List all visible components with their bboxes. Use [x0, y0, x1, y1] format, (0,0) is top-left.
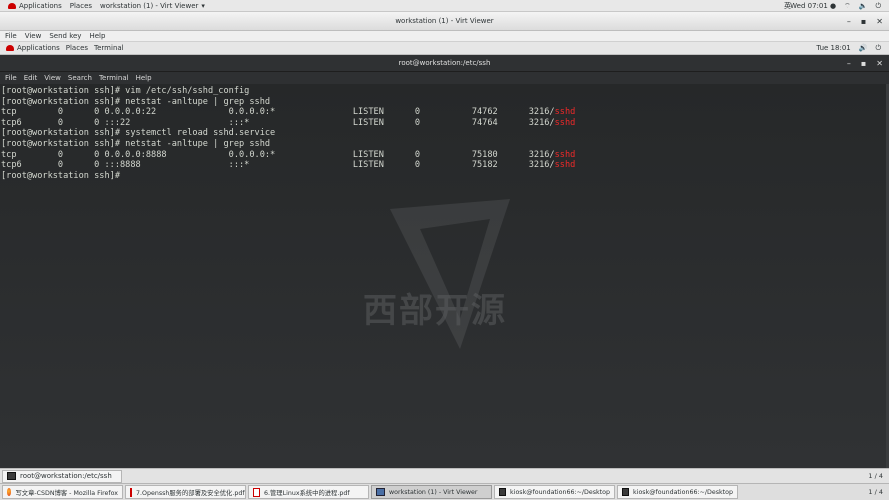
- viewer-title-bar: workstation (1) - Virt Viewer – ▪ ✕: [0, 12, 889, 31]
- terminal-icon: [7, 472, 16, 480]
- host-places-menu[interactable]: Places: [70, 2, 92, 10]
- terminal-line: [root@workstation ssh]# systemctl reload…: [1, 128, 276, 139]
- host-task-label: workstation (1) - Virt Viewer: [389, 488, 478, 496]
- terminal-menu-edit[interactable]: Edit: [24, 74, 38, 82]
- terminal-maximize-button[interactable]: ▪: [861, 59, 866, 68]
- viewer-window-controls: – ▪ ✕: [847, 17, 883, 26]
- host-task-label: kiosk@foundation66:~/Desktop: [633, 488, 733, 496]
- terminal-line: [root@workstation ssh]# netstat -anltupe…: [1, 138, 271, 149]
- volume-icon[interactable]: 🔈: [859, 2, 868, 10]
- viewer-window-title: workstation (1) - Virt Viewer: [395, 17, 494, 25]
- host-taskbar: 写文章-CSDN博客 - Mozilla Firefox 7.Openssh服务…: [0, 483, 889, 500]
- terminal-window-title: root@workstation:/etc/ssh: [398, 59, 491, 67]
- watermark-text: 西部开源: [363, 291, 507, 331]
- guest-top-panel: Applications Places Terminal Tue 18:01 🔊…: [0, 42, 889, 55]
- host-active-window-menu[interactable]: workstation (1) - Virt Viewer ▾: [100, 2, 205, 10]
- host-places-label: Places: [69, 1, 93, 10]
- guest-terminal-label: Terminal: [94, 44, 124, 52]
- host-applications-menu[interactable]: Applications: [8, 2, 62, 10]
- guest-taskbar: root@workstation:/etc/ssh 1 / 4: [0, 468, 889, 483]
- host-task-label: 6.管理Linux系统中的进程.pdf: [264, 489, 350, 497]
- wifi-icon[interactable]: ⌔: [844, 2, 851, 11]
- terminal-menu-search[interactable]: Search: [68, 74, 92, 82]
- minimize-button[interactable]: –: [847, 17, 851, 26]
- power-icon[interactable]: ⏻: [875, 44, 881, 53]
- terminal-line: tcp 0 0 0.0.0.0:8888 0.0.0.0:* LISTEN 0 …: [1, 149, 576, 160]
- terminal-minimize-button[interactable]: –: [847, 59, 851, 68]
- guest-desktop: root@workstation:/etc/ssh – ▪ ✕ File Edi…: [0, 55, 889, 468]
- guest-task-terminal[interactable]: root@workstation:/etc/ssh: [2, 469, 122, 483]
- menu-help[interactable]: Help: [89, 32, 105, 40]
- host-top-bar: Applications Places workstation (1) - Vi…: [0, 0, 889, 12]
- firefox-icon: [7, 488, 12, 496]
- menu-file[interactable]: File: [5, 32, 17, 40]
- terminal-prompt-line: [root@workstation ssh]#: [1, 170, 126, 181]
- terminal-output[interactable]: [root@workstation ssh]# vim /etc/ssh/ssh…: [0, 84, 886, 468]
- terminal-window-controls: – ▪ ✕: [847, 59, 883, 68]
- pdf-icon: [130, 487, 132, 497]
- terminal-menu-help[interactable]: Help: [136, 74, 152, 82]
- host-task-terminal-1[interactable]: kiosk@foundation66:~/Desktop: [494, 485, 615, 499]
- host-task-firefox[interactable]: 写文章-CSDN博客 - Mozilla Firefox: [2, 485, 123, 499]
- guest-applications-menu[interactable]: Applications: [6, 44, 60, 52]
- guest-workspace-pager[interactable]: 1 / 4: [868, 472, 883, 480]
- host-tray: Wed 07:01 ● ⌔ 🔈 ⏻: [790, 0, 881, 12]
- host-task-label: kiosk@foundation66:~/Desktop: [510, 488, 610, 496]
- virt-viewer-icon: [376, 488, 385, 496]
- terminal-menu-view[interactable]: View: [44, 74, 61, 82]
- host-clock[interactable]: Wed 07:01 ●: [790, 2, 836, 10]
- host-task-label: 写文章-CSDN博客 - Mozilla Firefox: [15, 489, 118, 497]
- redhat-logo-icon: [8, 2, 16, 9]
- terminal-title-bar: root@workstation:/etc/ssh – ▪ ✕: [0, 55, 889, 72]
- terminal-line: [root@workstation ssh]# vim /etc/ssh/ssh…: [1, 86, 250, 96]
- host-task-virt-viewer[interactable]: workstation (1) - Virt Viewer: [371, 485, 492, 499]
- terminal-menu-bar: File Edit View Search Terminal Help: [0, 72, 889, 84]
- terminal-menu-file[interactable]: File: [5, 74, 17, 82]
- pdf-icon: [253, 487, 260, 497]
- redhat-logo-icon: [6, 45, 14, 51]
- host-task-label: 7.Openssh服务的部署及安全优化.pdf: [136, 489, 245, 497]
- host-workspace-pager[interactable]: 1 / 4: [868, 488, 883, 496]
- guest-task-label: root@workstation:/etc/ssh: [20, 472, 112, 480]
- terminal-line: tcp6 0 0 :::22 :::* LISTEN 0 74764 3216/…: [1, 117, 576, 128]
- terminal-close-button[interactable]: ✕: [876, 59, 883, 68]
- volume-icon[interactable]: 🔊: [859, 44, 868, 52]
- watermark-logo-icon: [390, 199, 510, 349]
- terminal-line: tcp 0 0 0.0.0.0:22 0.0.0.0:* LISTEN 0 74…: [1, 107, 576, 118]
- guest-clock[interactable]: Tue 18:01: [816, 44, 850, 52]
- terminal-icon: [622, 488, 630, 496]
- terminal-icon: [499, 488, 507, 496]
- host-applications-label: Applications: [19, 1, 62, 10]
- menu-view[interactable]: View: [25, 32, 42, 40]
- host-task-pdf-openssh[interactable]: 7.Openssh服务的部署及安全优化.pdf: [125, 485, 246, 499]
- terminal-line: [root@workstation ssh]# netstat -anltupe…: [1, 96, 271, 107]
- power-icon[interactable]: ⏻: [875, 2, 881, 11]
- host-active-window-label: workstation (1) - Virt Viewer: [100, 1, 199, 10]
- host-task-pdf-process[interactable]: 6.管理Linux系统中的进程.pdf: [248, 485, 369, 499]
- maximize-button[interactable]: ▪: [861, 17, 866, 26]
- guest-tray: Tue 18:01 🔊 ⏻: [816, 42, 881, 54]
- terminal-menu-terminal[interactable]: Terminal: [99, 74, 129, 82]
- terminal-line: tcp6 0 0 :::8888 :::* LISTEN 0 75182 321…: [1, 160, 576, 171]
- guest-places-label: Places: [65, 44, 89, 52]
- menu-send-key[interactable]: Send key: [49, 32, 81, 40]
- chevron-down-icon: ▾: [201, 1, 205, 10]
- viewer-menu-bar: File View Send key Help: [0, 31, 889, 42]
- guest-places-menu[interactable]: Places: [66, 44, 88, 52]
- guest-terminal-menu[interactable]: Terminal: [94, 44, 124, 52]
- host-task-terminal-2[interactable]: kiosk@foundation66:~/Desktop: [617, 485, 738, 499]
- close-button[interactable]: ✕: [876, 17, 883, 26]
- guest-applications-label: Applications: [17, 44, 60, 52]
